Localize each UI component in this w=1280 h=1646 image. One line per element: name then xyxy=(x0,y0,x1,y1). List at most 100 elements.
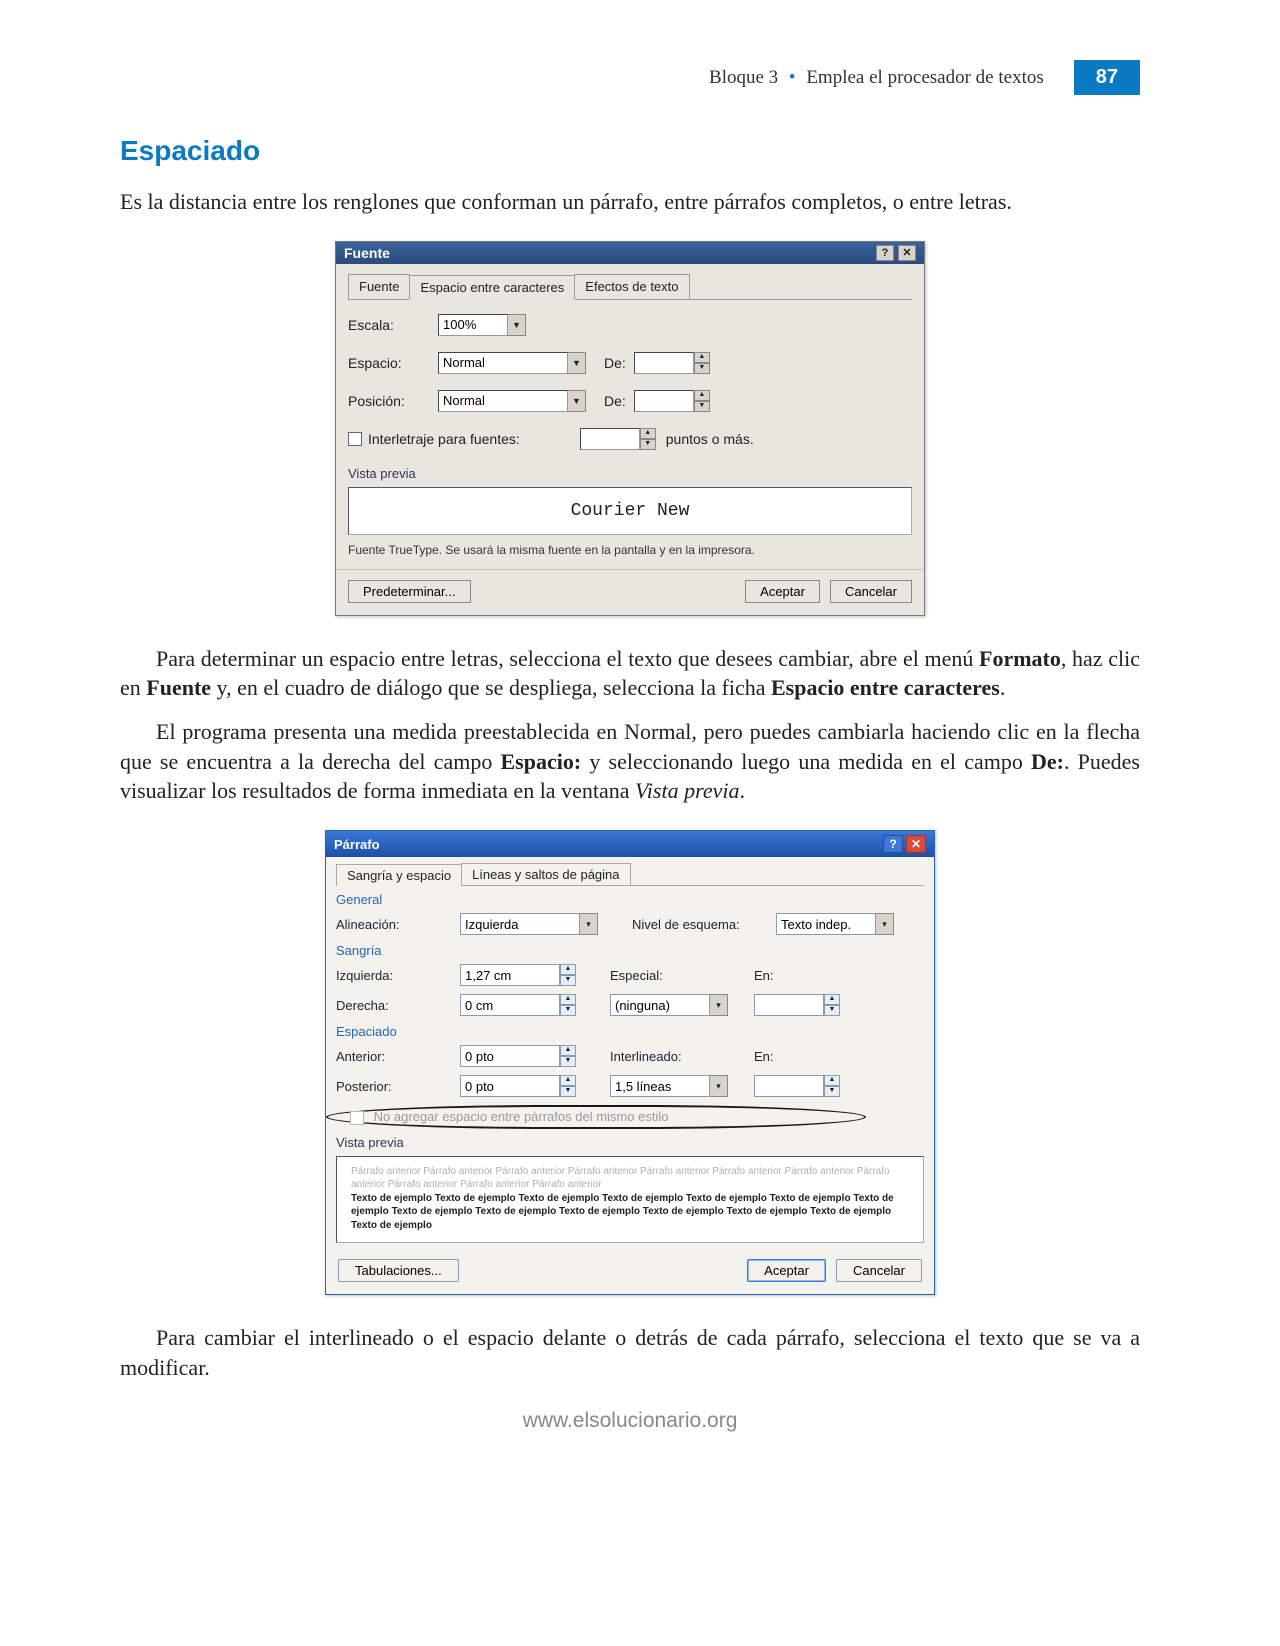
predeterminar-button[interactable]: Predeterminar... xyxy=(348,580,471,603)
espaciado-en-spin[interactable]: ▲▼ xyxy=(754,1075,840,1097)
spin-up-icon[interactable]: ▲ xyxy=(560,1075,576,1086)
body-paragraph: Para determinar un espacio entre letras,… xyxy=(120,644,1140,703)
chevron-down-icon[interactable]: ▼ xyxy=(568,390,586,412)
interlineado-input[interactable] xyxy=(610,1075,710,1097)
tab-sangria-espacio[interactable]: Sangría y espacio xyxy=(336,864,462,886)
interlineado-combo[interactable]: ▾ xyxy=(610,1075,728,1097)
escala-input[interactable] xyxy=(438,314,508,336)
paragraph-dialog: Párrafo ? ✕ Sangría y espacio Líneas y s… xyxy=(325,830,935,1295)
tab-efectos-texto[interactable]: Efectos de texto xyxy=(574,274,689,299)
chevron-down-icon[interactable]: ▼ xyxy=(508,314,526,336)
posicion-de-spin[interactable]: ▲ ▼ xyxy=(634,390,710,412)
en-spin[interactable]: ▲▼ xyxy=(754,994,840,1016)
dialog-title: Párrafo xyxy=(334,837,380,852)
preview-label: Vista previa xyxy=(348,466,912,481)
spin-up-icon[interactable]: ▲ xyxy=(640,428,656,439)
help-icon[interactable]: ? xyxy=(876,245,894,261)
dialog-title: Fuente xyxy=(344,245,390,261)
bullet-separator: • xyxy=(789,67,796,88)
izquierda-input[interactable] xyxy=(460,964,560,986)
no-agregar-checkbox[interactable] xyxy=(350,1111,364,1125)
en-input[interactable] xyxy=(754,994,824,1016)
izquierda-label: Izquierda: xyxy=(336,968,446,983)
spin-up-icon[interactable]: ▲ xyxy=(824,994,840,1005)
anterior-spin[interactable]: ▲▼ xyxy=(460,1045,576,1067)
cancelar-button[interactable]: Cancelar xyxy=(836,1259,922,1282)
page-number: 87 xyxy=(1074,60,1140,95)
escala-combo[interactable]: ▼ xyxy=(438,314,526,336)
spin-up-icon[interactable]: ▲ xyxy=(560,1045,576,1056)
spin-up-icon[interactable]: ▲ xyxy=(694,390,710,401)
tab-espacio-caracteres[interactable]: Espacio entre caracteres xyxy=(409,275,575,300)
spin-down-icon[interactable]: ▼ xyxy=(560,1056,576,1067)
posterior-input[interactable] xyxy=(460,1075,560,1097)
posicion-input[interactable] xyxy=(438,390,568,412)
especial-combo[interactable]: ▾ xyxy=(610,994,728,1016)
posterior-label: Posterior: xyxy=(336,1079,446,1094)
posicion-de-input[interactable] xyxy=(634,390,694,412)
aceptar-button[interactable]: Aceptar xyxy=(745,580,820,603)
help-icon[interactable]: ? xyxy=(883,835,903,853)
nivel-input[interactable] xyxy=(776,913,876,935)
preview-sample-text: Texto de ejemplo Texto de ejemplo Texto … xyxy=(351,1192,909,1233)
tabulaciones-button[interactable]: Tabulaciones... xyxy=(338,1259,459,1282)
alineacion-combo[interactable]: ▾ xyxy=(460,913,598,935)
group-general-label: General xyxy=(336,892,924,907)
derecha-label: Derecha: xyxy=(336,998,446,1013)
dialog-titlebar[interactable]: Párrafo ? ✕ xyxy=(326,831,934,857)
dialog-tabs: Sangría y espacio Líneas y saltos de pág… xyxy=(336,863,924,886)
spin-down-icon[interactable]: ▼ xyxy=(824,1005,840,1016)
chevron-down-icon[interactable]: ▾ xyxy=(876,913,894,935)
posicion-combo[interactable]: ▼ xyxy=(438,390,586,412)
page-header: Bloque 3 • Emplea el procesador de texto… xyxy=(120,60,1140,95)
nivel-combo[interactable]: ▾ xyxy=(776,913,894,935)
tab-fuente[interactable]: Fuente xyxy=(348,274,410,299)
especial-input[interactable] xyxy=(610,994,710,1016)
spin-down-icon[interactable]: ▼ xyxy=(560,1086,576,1097)
close-icon[interactable]: ✕ xyxy=(906,835,926,853)
spin-up-icon[interactable]: ▲ xyxy=(694,352,710,363)
espacio-combo[interactable]: ▼ xyxy=(438,352,586,374)
interletraje-input[interactable] xyxy=(580,428,640,450)
spin-down-icon[interactable]: ▼ xyxy=(640,439,656,450)
interletraje-spin[interactable]: ▲ ▼ xyxy=(580,428,656,450)
dialog-titlebar[interactable]: Fuente ? ✕ xyxy=(336,242,924,264)
interletraje-unit: puntos o más. xyxy=(666,431,754,447)
chevron-down-icon[interactable]: ▾ xyxy=(580,913,598,935)
posterior-spin[interactable]: ▲▼ xyxy=(460,1075,576,1097)
dialog-tabs: Fuente Espacio entre caracteres Efectos … xyxy=(348,274,912,300)
posicion-label: Posición: xyxy=(348,393,438,409)
aceptar-button[interactable]: Aceptar xyxy=(747,1259,826,1282)
spin-down-icon[interactable]: ▼ xyxy=(560,975,576,986)
tab-lineas-saltos[interactable]: Líneas y saltos de página xyxy=(461,863,630,885)
interletraje-checkbox[interactable] xyxy=(348,432,362,446)
cancelar-button[interactable]: Cancelar xyxy=(830,580,912,603)
nivel-label: Nivel de esquema: xyxy=(632,917,762,932)
izquierda-spin[interactable]: ▲▼ xyxy=(460,964,576,986)
spin-down-icon[interactable]: ▼ xyxy=(694,363,710,374)
spin-up-icon[interactable]: ▲ xyxy=(560,994,576,1005)
spin-down-icon[interactable]: ▼ xyxy=(694,401,710,412)
chevron-down-icon[interactable]: ▼ xyxy=(568,352,586,374)
close-icon[interactable]: ✕ xyxy=(898,245,916,261)
anterior-input[interactable] xyxy=(460,1045,560,1067)
derecha-spin[interactable]: ▲▼ xyxy=(460,994,576,1016)
espacio-de-spin[interactable]: ▲ ▼ xyxy=(634,352,710,374)
spin-down-icon[interactable]: ▼ xyxy=(824,1086,840,1097)
spin-up-icon[interactable]: ▲ xyxy=(824,1075,840,1086)
chevron-down-icon[interactable]: ▾ xyxy=(710,994,728,1016)
chevron-down-icon[interactable]: ▾ xyxy=(710,1075,728,1097)
preview-faint-text: Párrafo anterior Párrafo anterior Párraf… xyxy=(351,1165,909,1192)
alineacion-input[interactable] xyxy=(460,913,580,935)
espacio-input[interactable] xyxy=(438,352,568,374)
interletraje-label: Interletraje para fuentes: xyxy=(368,431,520,447)
spin-down-icon[interactable]: ▼ xyxy=(560,1005,576,1016)
body-paragraph: El programa presenta una medida preestab… xyxy=(120,717,1140,806)
block-label: Bloque 3 xyxy=(709,67,778,88)
espacio-de-label: De: xyxy=(604,355,626,371)
espacio-de-input[interactable] xyxy=(634,352,694,374)
block-title: Emplea el procesador de textos xyxy=(806,67,1043,88)
spin-up-icon[interactable]: ▲ xyxy=(560,964,576,975)
espaciado-en-input[interactable] xyxy=(754,1075,824,1097)
derecha-input[interactable] xyxy=(460,994,560,1016)
